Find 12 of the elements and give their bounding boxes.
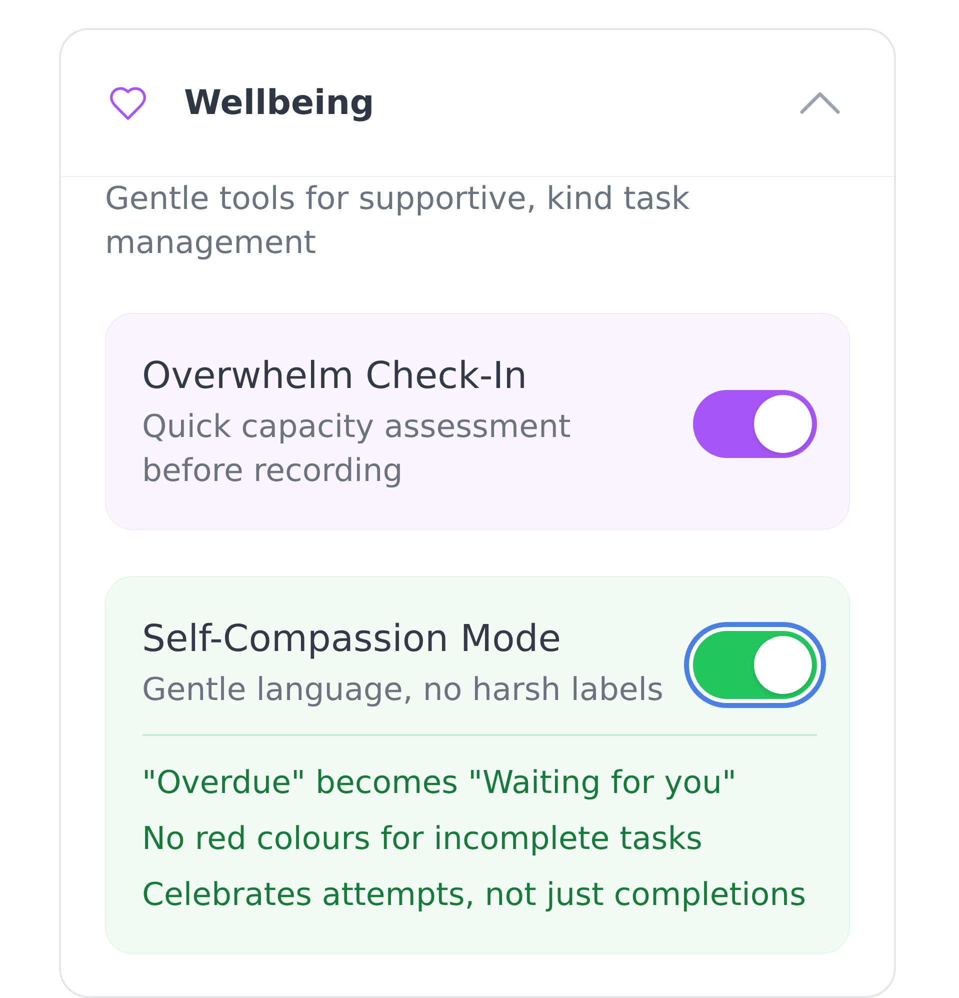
setting-title: Self-Compassion Mode	[142, 617, 562, 661]
setting-description: Gentle language, no harsh labels	[142, 671, 664, 710]
note-text: No red colours for incomplete tasks	[142, 820, 704, 859]
heart-icon	[110, 86, 146, 120]
section-description: Gentle tools for supportive, kind task management	[105, 180, 691, 263]
panel-title: Wellbeing	[184, 82, 376, 125]
note-text: Celebrates attempts, not just completions	[142, 876, 808, 915]
chevron-icon[interactable]	[800, 92, 840, 114]
setting-title: Overwhelm Check-In	[142, 354, 528, 398]
setting-description: Quick capacity assessment before recording	[142, 408, 572, 491]
toggle-switch[interactable]	[693, 630, 817, 698]
note-text: "Overdue" becomes "Waiting for you"	[142, 764, 738, 803]
